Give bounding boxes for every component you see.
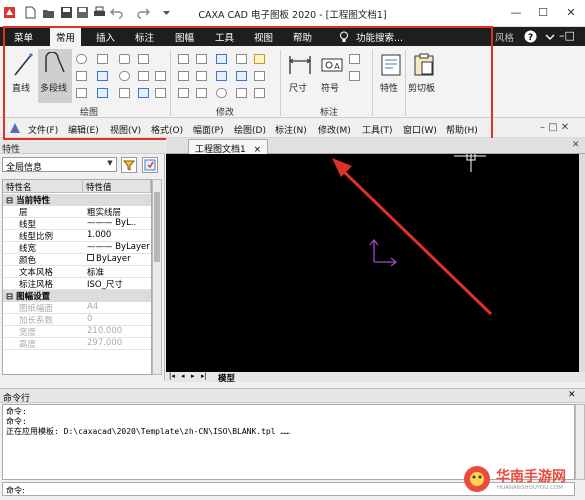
property-value: 标准	[87, 268, 105, 278]
property-name: 图纸幅面	[19, 304, 54, 314]
property-name: 宽度	[19, 328, 37, 338]
property-row[interactable]: 标注风格 ISO_尺寸	[3, 278, 151, 290]
property-name: 线宽	[19, 244, 37, 254]
property-row[interactable]: 线型比例 1.000	[3, 230, 151, 242]
scrollbar-thumb[interactable]	[154, 192, 160, 262]
property-name: 标注风格	[19, 280, 54, 290]
window-title: CAXA CAD 电子图板 2020 - [工程图文档1]	[198, 10, 387, 21]
property-value: 210.000	[87, 326, 123, 336]
properties-table: 特性名 特性值 ⊟ 当前特性 层 粗实线层 线型 ——— ByL.. 线型比例 1.0…	[2, 179, 152, 375]
property-name: 线型比例	[19, 232, 54, 242]
property-value: A4	[87, 302, 99, 312]
command-line: 命令:	[6, 417, 27, 426]
category-label: 当前特性	[16, 196, 51, 206]
property-row[interactable]: 层 粗实线层	[3, 206, 151, 218]
layout-tab-bar: |◂ ◂ ▸ ▸| 模型	[166, 372, 585, 384]
watermark-url: HUANANSHOUYOU.COM	[497, 485, 563, 491]
document-window-controls[interactable]: – □ ✕	[540, 122, 569, 133]
minimize-button[interactable]: —	[505, 4, 527, 22]
property-name: 颜色	[19, 256, 37, 266]
style-selector[interactable]: 风格	[495, 30, 514, 44]
prev-layout-button[interactable]: ◂	[181, 372, 185, 380]
properties-scrollbar[interactable]	[152, 179, 162, 375]
category-current-properties[interactable]: ⊟ 当前特性	[3, 194, 151, 206]
command-line: 正在应用模板: D:\caxacad\2020\Template\zh-CN\I…	[6, 427, 291, 436]
property-row[interactable]: 图纸幅面 A4	[3, 302, 151, 314]
property-value: 297.000	[87, 338, 123, 348]
site-watermark: 华南手游网 HUANANSHOUYOU.COM	[462, 462, 580, 496]
highlight-annotation	[3, 26, 493, 140]
property-value: ByLayer	[87, 254, 151, 264]
crosshair-cursor-icon	[454, 154, 486, 172]
chevron-down-icon[interactable]	[545, 33, 555, 41]
command-title: 命令行	[3, 394, 31, 404]
drawing-canvas[interactable]	[166, 154, 579, 372]
property-name: 加长系数	[19, 316, 54, 326]
close-panel-icon[interactable]: ✕	[568, 390, 576, 400]
properties-panel-title: 特性	[0, 140, 165, 155]
close-button[interactable]: ✕	[560, 4, 582, 22]
svg-text:?: ?	[528, 33, 533, 43]
property-row[interactable]: 线型 ——— ByL..	[3, 218, 151, 230]
chevron-down-icon: ▼	[107, 159, 113, 167]
canvas-graphics	[332, 154, 493, 316]
column-header-name: 特性名	[3, 180, 83, 193]
property-name: 层	[19, 208, 28, 218]
property-row[interactable]: 高度 297.000	[3, 338, 151, 350]
maximize-button[interactable]: ☐	[532, 4, 554, 22]
watermark-title: 华南手游网	[496, 469, 566, 485]
property-name: 高度	[19, 340, 37, 350]
close-document-icon[interactable]: ✕	[572, 140, 580, 150]
properties-panel: 特性 全局信息 ▼ 特性名 特性值 ⊟ 当前特性 层 粗实线层 线型 ——— ByL…	[0, 140, 165, 381]
next-layout-button[interactable]: ▸	[191, 372, 195, 380]
filter-icon[interactable]	[121, 157, 137, 173]
property-name: 线型	[19, 220, 37, 230]
column-header-value: 特性值	[83, 180, 151, 193]
command-panel-title: 命令行 ✕	[0, 388, 585, 404]
ribbon-window-controls[interactable]: –□	[559, 29, 581, 44]
document-tab-bar: 工程图文档1 × ✕	[166, 138, 585, 155]
annotation-arrow-icon	[332, 158, 493, 316]
property-row[interactable]: 颜色 ByLayer	[3, 254, 151, 266]
category-label: 图幅设置	[16, 292, 51, 302]
property-row[interactable]: 文本风格 标准	[3, 266, 151, 278]
help-icon[interactable]: ?	[524, 30, 537, 43]
ucs-axes-icon	[369, 238, 398, 267]
property-row[interactable]: 宽度 210.000	[3, 326, 151, 338]
watermark-logo-icon	[464, 466, 490, 492]
last-layout-button[interactable]: ▸|	[201, 372, 207, 380]
property-value: 0	[87, 314, 93, 324]
property-value: 粗实线层	[87, 208, 122, 218]
quick-select-icon[interactable]	[142, 157, 158, 173]
property-value: ——— ByLayer	[87, 242, 150, 252]
property-name: 文本风格	[19, 268, 54, 278]
property-row[interactable]: 加长系数 0	[3, 314, 151, 326]
property-value: ——— ByL..	[87, 218, 137, 228]
properties-selector-value: 全局信息	[6, 163, 43, 173]
first-layout-button[interactable]: |◂	[169, 372, 175, 380]
command-prompt: 命令:	[6, 486, 25, 495]
title-bar: CAXA CAD 电子图板 2020 - [工程图文档1] — ☐ ✕	[0, 0, 585, 27]
tab-model[interactable]: 模型	[218, 372, 235, 384]
property-row[interactable]: 线宽 ——— ByLayer	[3, 242, 151, 254]
canvas-scrollbar[interactable]	[579, 154, 585, 372]
color-value: ByLayer	[96, 254, 131, 264]
command-line: 命令:	[6, 407, 27, 416]
properties-selector[interactable]: 全局信息 ▼	[2, 157, 117, 173]
property-value: 1.000	[87, 230, 112, 240]
color-swatch	[87, 254, 94, 261]
tab-document[interactable]: 工程图文档1 ×	[188, 139, 269, 155]
property-value: ISO_尺寸	[87, 280, 123, 290]
category-sheet-settings[interactable]: ⊟ 图幅设置	[3, 290, 151, 302]
